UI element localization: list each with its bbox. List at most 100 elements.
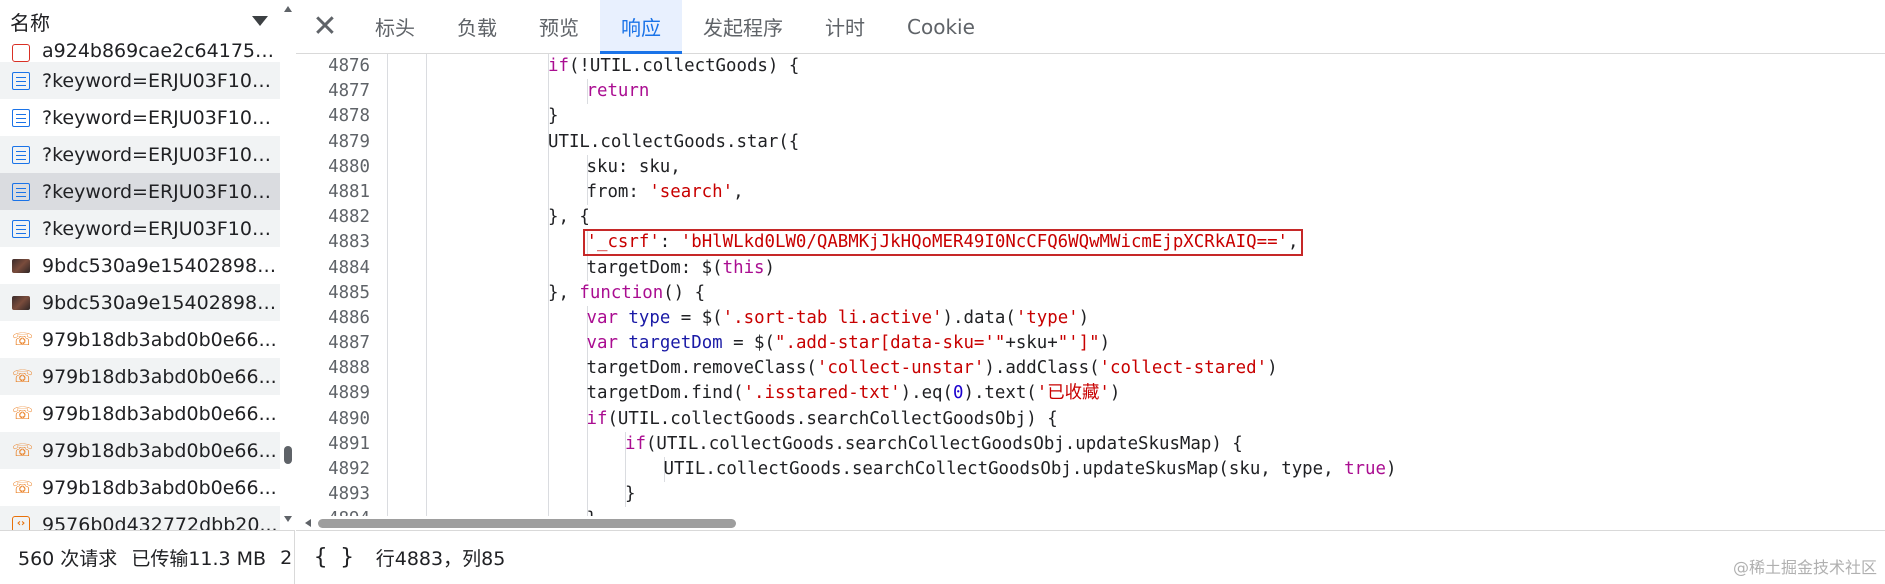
code-token: targetDom: $( <box>586 257 723 278</box>
code-text: } <box>587 507 597 516</box>
request-name: 979b18db3abd0b0e66... <box>42 439 277 462</box>
line-number: 4881 <box>328 181 370 202</box>
code-token: ) <box>1267 358 1278 379</box>
code-text: targetDom.find('.isstared-txt').eq(0).te… <box>587 381 1121 406</box>
xhr-icon: ☏ <box>12 440 34 461</box>
code-line: 4889 targetDom.find('.isstared-txt').eq(0… <box>296 381 1885 407</box>
transferred-size: 已传输11.3 MB <box>131 548 267 570</box>
request-row[interactable]: ?keyword=ERJU03F100... <box>0 99 280 136</box>
request-row[interactable]: ?keyword=ERJU03F100... <box>0 62 280 99</box>
code-token: (UTIL.collectGoods.searchCollectGoodsObj… <box>645 433 1243 454</box>
document-icon <box>12 182 30 201</box>
code-line: 4893} <box>296 482 1885 508</box>
line-number: 4893 <box>328 484 370 505</box>
code-line: 4883 '_csrf': 'bHlWLkd0LW0/QABMKjJkHQoMER… <box>296 230 1885 256</box>
line-number: 4885 <box>328 282 370 303</box>
code-line: 4880 sku: sku, <box>296 154 1885 180</box>
tab-4[interactable]: 发起程序 <box>682 0 804 53</box>
code-token: "']" <box>1057 333 1100 354</box>
scroll-left-arrow-icon[interactable] <box>305 519 311 527</box>
request-row[interactable]: ?keyword=ERJU03F100... <box>0 173 280 210</box>
code-text: sku: sku, <box>587 155 681 180</box>
scrollbar-thumb[interactable] <box>284 446 292 464</box>
request-row[interactable]: ☏ 979b18db3abd0b0e66... <box>0 321 280 358</box>
code-token: ).addClass( <box>984 358 1100 379</box>
code-text: if(UTIL.collectGoods.searchCollectGoodsO… <box>625 432 1243 457</box>
code-token: '.sort-tab li.active' <box>722 307 943 328</box>
scroll-up-arrow-icon[interactable] <box>284 6 292 12</box>
tab-1[interactable]: 负载 <box>436 0 518 53</box>
document-icon <box>12 145 30 164</box>
code-token: ) <box>1385 459 1397 479</box>
code-line: 4876 if(!UTIL.collectGoods) { <box>296 54 1885 80</box>
request-row[interactable]: ?keyword=ERJU03F100... <box>0 136 280 173</box>
document-icon <box>12 71 30 90</box>
line-number: 4887 <box>328 333 370 354</box>
code-text: var targetDom = $(".add-star[data-sku='"… <box>587 331 1111 356</box>
code-token: '_csrf' <box>586 232 660 253</box>
tab-0[interactable]: 标头 <box>354 0 436 53</box>
tab-3[interactable]: 响应 <box>600 0 682 54</box>
name-column-header[interactable]: 名称 <box>0 0 280 42</box>
code-line: 4884 targetDom: $(this) <box>296 255 1885 281</box>
code-token: +sku+ <box>1005 333 1058 354</box>
code-line: 4887 var targetDom = $(".add-star[data-sk… <box>296 331 1885 357</box>
request-row[interactable]: ☏ 979b18db3abd0b0e66... <box>0 432 280 469</box>
code-token: ).eq( <box>900 383 953 404</box>
line-number: 4894 <box>296 507 370 516</box>
request-row[interactable]: ‹› 9576b0d432772dbb20... <box>0 506 280 530</box>
code-token: targetDom <box>628 333 723 354</box>
code-text: from: 'search', <box>587 180 744 205</box>
code-token: (!UTIL.collectGoods) { <box>568 56 800 76</box>
request-row[interactable]: 9bdc530a9e15402898e... <box>0 247 280 284</box>
line-number: 4888 <box>328 358 370 379</box>
request-row[interactable]: ☏ 979b18db3abd0b0e66... <box>0 469 280 506</box>
document-icon <box>12 219 30 238</box>
cursor-position: 行4883，列85 <box>375 548 506 570</box>
request-name: ?keyword=ERJU03F100... <box>42 143 280 166</box>
code-line: 4879 UTIL.collectGoods.star({ <box>296 129 1885 155</box>
request-row[interactable]: ☏ 979b18db3abd0b0e66... <box>0 358 280 395</box>
pretty-print-button[interactable]: { } <box>314 545 354 570</box>
csrf-token-line: '_csrf': 'bHlWLkd0LW0/QABMKjJkHQoMER49I0… <box>587 230 1299 255</box>
close-button[interactable]: ✕ <box>296 0 354 53</box>
request-list-scrollbar[interactable] <box>281 0 295 530</box>
code-line: 4888 targetDom.removeClass('collect-unsta… <box>296 356 1885 382</box>
tab-2[interactable]: 预览 <box>518 0 600 53</box>
code-horizontal-scrollbar[interactable] <box>296 516 1885 530</box>
request-name: 979b18db3abd0b0e66... <box>42 402 277 425</box>
code-token: 'bHlWLkd0LW0/QABMKjJkHQoMER49I0NcCFQ6WQw… <box>680 232 1289 253</box>
code-text: var type = $('.sort-tab li.active').data… <box>587 306 1090 331</box>
request-row[interactable]: ?keyword=ERJU03F100... <box>0 210 280 247</box>
code-token: 'type' <box>1015 307 1079 328</box>
horizontal-scrollbar-thumb[interactable] <box>318 519 736 528</box>
request-row[interactable]: a924b869cae2c641751... <box>0 42 280 62</box>
line-number: 4886 <box>328 307 370 328</box>
request-row[interactable]: 9bdc530a9e15402898e... <box>0 284 280 321</box>
code-token: true <box>1344 459 1386 479</box>
code-token: , <box>733 181 744 202</box>
watermark: @稀土掘金技术社区 <box>1732 558 1877 577</box>
request-row[interactable]: ☏ 979b18db3abd0b0e66... <box>0 395 280 432</box>
tab-6[interactable]: Cookie <box>886 0 996 53</box>
scroll-down-arrow-icon[interactable] <box>284 516 292 522</box>
code-token: sku: sku, <box>586 156 681 177</box>
code-text: } <box>625 482 635 507</box>
code-token: = $( <box>722 333 775 354</box>
response-code-viewer[interactable]: 4876 if(!UTIL.collectGoods) {4877 return 48… <box>296 54 1885 516</box>
tab-5[interactable]: 计时 <box>804 0 886 53</box>
code-token: } <box>587 509 597 516</box>
code-line: 4891 if(UTIL.collectGoods.searchCollectGo… <box>296 431 1885 457</box>
code-token: = $( <box>670 307 723 328</box>
request-name: 9bdc530a9e15402898e... <box>42 291 280 314</box>
code-line: 4882}, { <box>296 205 1885 231</box>
code-token: ) <box>1078 307 1090 328</box>
code-token: 0 <box>952 383 964 404</box>
code-token: if <box>625 433 646 454</box>
code-token: function <box>579 282 664 303</box>
line-number: 4877 <box>328 81 370 102</box>
xhr-icon: ☏ <box>12 329 34 350</box>
line-number: 4884 <box>328 257 370 278</box>
sort-triangle-icon[interactable] <box>252 16 268 26</box>
